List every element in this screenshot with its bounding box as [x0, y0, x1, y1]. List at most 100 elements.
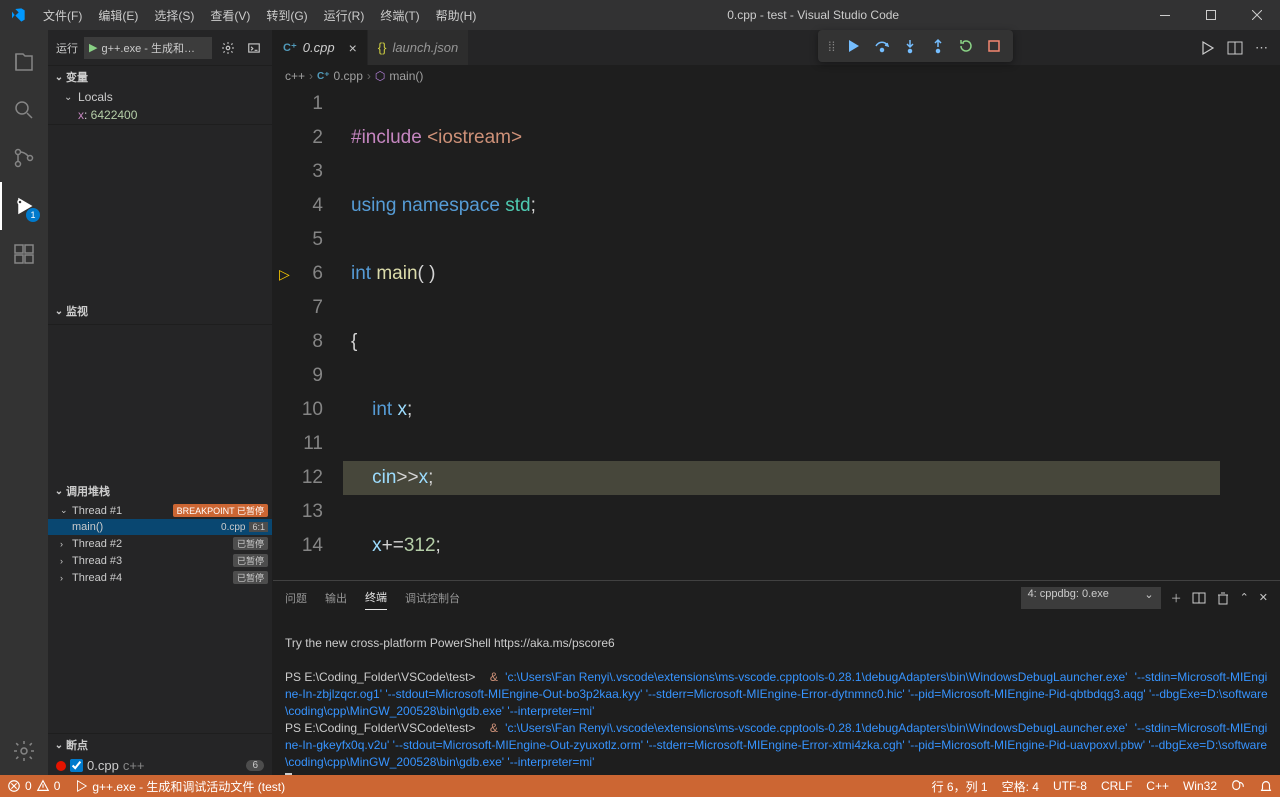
activity-debug[interactable]: 1 [0, 182, 48, 230]
split-editor-icon[interactable] [1227, 40, 1243, 56]
status-encoding[interactable]: UTF-8 [1046, 775, 1094, 797]
breakpoint-checkbox[interactable] [70, 759, 83, 772]
status-eol[interactable]: CRLF [1094, 775, 1139, 797]
step-over-button[interactable] [869, 33, 895, 59]
chevron-down-icon: ⌄ [52, 306, 66, 317]
stack-frame-row[interactable]: main() 0.cpp 6:1 [48, 519, 272, 535]
activity-settings[interactable] [0, 727, 48, 775]
locals-scope[interactable]: ⌄ Locals [48, 88, 272, 106]
activity-scm[interactable] [0, 134, 48, 182]
debug-console-icon[interactable] [244, 38, 264, 58]
activity-extensions[interactable] [0, 230, 48, 278]
json-file-icon: {} [378, 40, 387, 55]
minimap[interactable] [1220, 87, 1280, 580]
thread-row[interactable]: › Thread #3 已暂停 [48, 552, 272, 569]
window-controls [1142, 0, 1280, 30]
continue-button[interactable] [841, 33, 867, 59]
maximize-panel-icon[interactable]: ⌃ [1240, 591, 1249, 604]
chevron-down-icon: ⌄ [60, 505, 72, 516]
status-indent[interactable]: 空格: 4 [995, 775, 1046, 797]
editor-tab[interactable]: {} launch.json [368, 30, 469, 65]
activity-explorer[interactable] [0, 38, 48, 86]
activity-search[interactable] [0, 86, 48, 134]
menu-selection[interactable]: 选择(S) [146, 0, 202, 30]
editor-tab-active[interactable]: C⁺ 0.cpp × [273, 30, 368, 65]
menu-help[interactable]: 帮助(H) [428, 0, 485, 30]
restart-button[interactable] [953, 33, 979, 59]
breakpoints-header[interactable]: ⌄ 断点 [48, 734, 272, 756]
debug-badge: 1 [26, 208, 40, 222]
status-notifications-icon[interactable] [1252, 775, 1280, 797]
menu-file[interactable]: 文件(F) [35, 0, 90, 30]
debug-toolbar: ⁞⁞ [818, 30, 1013, 62]
breadcrumbs[interactable]: c++ › C⁺ 0.cpp › ⬡ main() [273, 65, 1280, 87]
status-bar: 0 0 g++.exe - 生成和调试活动文件 (test) 行 6，列 1 空… [0, 775, 1280, 797]
thread-row[interactable]: › Thread #4 已暂停 [48, 569, 272, 586]
status-language[interactable]: C++ [1139, 775, 1176, 797]
split-terminal-icon[interactable] [1192, 591, 1206, 605]
step-out-button[interactable] [925, 33, 951, 59]
callstack-header[interactable]: ⌄ 调用堆栈 [48, 480, 272, 502]
menu-edit[interactable]: 编辑(E) [90, 0, 146, 30]
status-debug-config[interactable]: g++.exe - 生成和调试活动文件 (test) [67, 775, 292, 797]
function-icon: ⬡ [375, 69, 385, 83]
breakpoints-section: ⌄ 断点 0.cpp c++ 6 [48, 733, 272, 775]
code-content[interactable]: #include <iostream> using namespace std;… [343, 87, 1220, 580]
launch-config-select[interactable]: ▶ g++.exe - 生成和… [84, 37, 212, 59]
watch-header[interactable]: ⌄ 监视 [48, 300, 272, 322]
panel-tab-terminal[interactable]: 终端 [365, 585, 387, 610]
bottom-panel: 问题 输出 终端 调试控制台 4: cppdbg: 0.exe ＋ ⌃ ✕ Tr… [273, 580, 1280, 775]
editor-area: C⁺ 0.cpp × {} launch.json ⋯ ⁞⁞ [273, 30, 1280, 775]
watch-section: ⌄ 监视 [48, 124, 272, 324]
status-feedback-icon[interactable] [1224, 775, 1252, 797]
chevron-down-icon: ⌄ [52, 72, 66, 83]
variable-row[interactable]: x: 6422400 [48, 106, 272, 124]
new-terminal-icon[interactable]: ＋ [1171, 590, 1182, 606]
close-button[interactable] [1234, 0, 1280, 30]
variables-section: ⌄ 变量 ⌄ Locals x: 6422400 [48, 65, 272, 124]
menu-view[interactable]: 查看(V) [202, 0, 258, 30]
terminal-select[interactable]: 4: cppdbg: 0.exe [1021, 587, 1161, 609]
drag-handle-icon[interactable]: ⁞⁞ [824, 39, 839, 54]
variables-header[interactable]: ⌄ 变量 [48, 66, 272, 88]
breakpoint-row[interactable]: 0.cpp c++ 6 [48, 756, 272, 775]
title-bar: 文件(F) 编辑(E) 选择(S) 查看(V) 转到(G) 运行(R) 终端(T… [0, 0, 1280, 30]
config-gear-icon[interactable] [218, 38, 238, 58]
menu-terminal[interactable]: 终端(T) [372, 0, 427, 30]
terminal-content[interactable]: Try the new cross-platform PowerShell ht… [273, 614, 1280, 775]
kill-terminal-icon[interactable] [1216, 591, 1230, 605]
thread-row[interactable]: ⌄ Thread #1 BREAKPOINT 已暂停 [48, 502, 272, 519]
panel-tab-debug-console[interactable]: 调试控制台 [405, 586, 460, 610]
vscode-logo [0, 7, 35, 23]
code-editor[interactable]: 1 2 3 4 5 ▷6 7 8 9 10 11 12 13 14 #inclu… [273, 87, 1280, 580]
editor-tabs: C⁺ 0.cpp × {} launch.json ⋯ ⁞⁞ [273, 30, 1280, 65]
debug-sidebar: 运行 ▶ g++.exe - 生成和… ⌄ 变量 ⌄ Locals [48, 30, 273, 775]
current-line-marker-icon: ▷ [279, 257, 290, 291]
run-code-icon[interactable] [1199, 40, 1215, 56]
stop-button[interactable] [981, 33, 1007, 59]
status-platform[interactable]: Win32 [1176, 775, 1224, 797]
panel-tabs: 问题 输出 终端 调试控制台 4: cppdbg: 0.exe ＋ ⌃ ✕ [273, 581, 1280, 614]
menu-go[interactable]: 转到(G) [258, 0, 315, 30]
menu-bar: 文件(F) 编辑(E) 选择(S) 查看(V) 转到(G) 运行(R) 终端(T… [35, 0, 484, 30]
more-actions-icon[interactable]: ⋯ [1255, 40, 1268, 56]
panel-tab-output[interactable]: 输出 [325, 586, 347, 610]
debug-run-header: 运行 ▶ g++.exe - 生成和… [48, 30, 272, 65]
status-errors[interactable]: 0 0 [0, 775, 67, 797]
chevron-right-icon: › [60, 539, 72, 549]
close-panel-icon[interactable]: ✕ [1259, 591, 1268, 604]
minimize-button[interactable] [1142, 0, 1188, 30]
chevron-right-icon: › [60, 573, 72, 583]
maximize-button[interactable] [1188, 0, 1234, 30]
cpp-file-icon: C⁺ [283, 41, 297, 54]
activity-bar: 1 [0, 30, 48, 775]
chevron-down-icon: ⌄ [64, 92, 78, 103]
menu-run[interactable]: 运行(R) [316, 0, 373, 30]
callstack-section: ⌄ 调用堆栈 ⌄ Thread #1 BREAKPOINT 已暂停 main()… [48, 324, 272, 733]
step-into-button[interactable] [897, 33, 923, 59]
chevron-down-icon: ⌄ [52, 740, 66, 751]
thread-row[interactable]: › Thread #2 已暂停 [48, 535, 272, 552]
panel-tab-problems[interactable]: 问题 [285, 586, 307, 610]
status-cursor[interactable]: 行 6，列 1 [925, 775, 995, 797]
close-tab-icon[interactable]: × [349, 40, 357, 56]
